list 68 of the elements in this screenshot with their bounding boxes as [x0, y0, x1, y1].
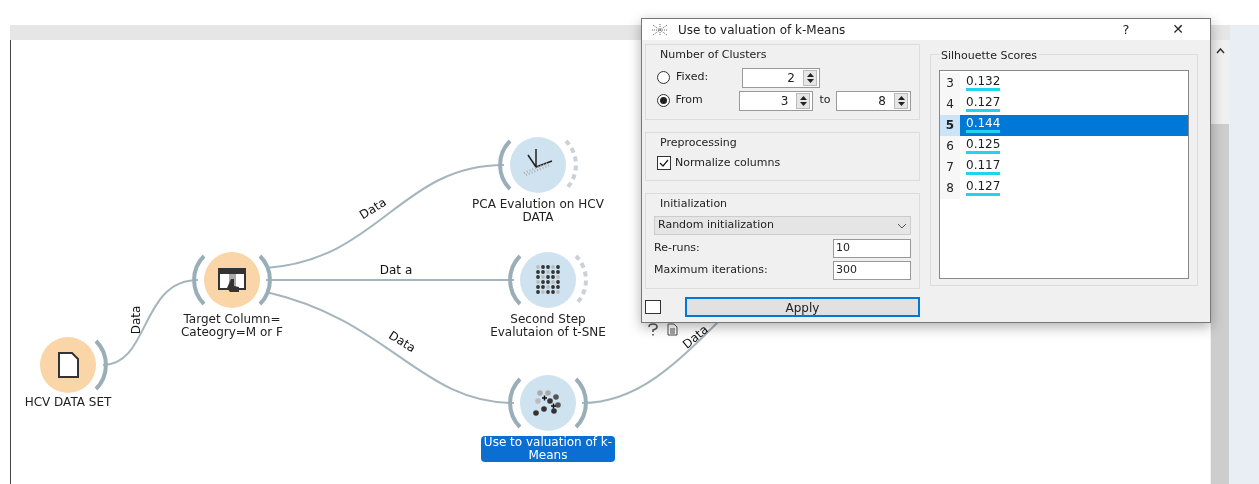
spin-box[interactable]: 2	[742, 67, 820, 88]
workflow-node[interactable]	[508, 375, 588, 431]
scrollbar-thumb[interactable]	[1211, 124, 1229, 484]
max-iterations-field[interactable]: 300	[833, 261, 911, 280]
axes-icon	[523, 148, 553, 176]
method-dropdown[interactable]: Random initialization	[654, 216, 911, 235]
help-icon[interactable]	[647, 323, 659, 336]
spin-box[interactable]: 3	[738, 90, 814, 111]
option-label: Fixed:	[676, 69, 710, 86]
cluster-icon	[533, 390, 561, 416]
dot-grid-icon	[536, 265, 560, 294]
table-icon	[218, 268, 246, 292]
report-icon[interactable]	[667, 323, 678, 336]
score-value: 0.117	[966, 159, 1001, 175]
score-value: 0.144	[966, 117, 1001, 133]
row-number: 4	[940, 93, 960, 115]
score-row[interactable]: 4 0.127	[940, 93, 1188, 115]
score-row[interactable]: 5 0.144	[940, 114, 1188, 136]
score-value: 0.127	[966, 96, 1001, 112]
window-title: Use to valuation of k-Means	[678, 21, 847, 39]
workflow-node[interactable]	[498, 137, 578, 193]
row-number: 8	[940, 177, 960, 199]
chevron-down-icon	[897, 222, 907, 229]
score-row[interactable]: 3 0.132	[940, 72, 1188, 94]
workflow-node[interactable]	[508, 252, 588, 308]
row-number: 5	[940, 114, 960, 136]
connection-label: Dat a	[379, 263, 413, 277]
range-label: to	[819, 92, 831, 109]
stepper-icon[interactable]	[894, 92, 908, 109]
radio-button[interactable]	[657, 71, 670, 84]
stepper-icon[interactable]	[796, 92, 811, 109]
stepper-icon[interactable]	[803, 69, 817, 86]
node-label: Use to valuation of k- Means	[480, 436, 616, 462]
checkbox-label: Normalize columns	[675, 155, 781, 171]
spin-box[interactable]: 8	[836, 90, 911, 111]
node-label: Target Column= Cateogry=M or F	[180, 313, 284, 339]
connection-label: Data	[357, 195, 389, 223]
scroll-up-icon[interactable]	[1215, 48, 1225, 54]
score-value: 0.125	[966, 138, 1001, 154]
workflow-node[interactable]	[192, 252, 272, 308]
apply-button[interactable]: Apply	[685, 297, 920, 317]
score-row[interactable]: 6 0.125	[940, 135, 1188, 157]
row-number: 7	[940, 156, 960, 178]
help-button[interactable]: ?	[1106, 19, 1146, 40]
app-icon	[652, 23, 668, 36]
score-value: 0.132	[966, 75, 1001, 91]
row-number: 3	[940, 72, 960, 94]
option-label: From	[675, 92, 704, 109]
checkbox[interactable]	[657, 156, 671, 171]
close-button[interactable]: ✕	[1156, 19, 1200, 40]
radio-button[interactable]	[657, 94, 670, 107]
field-label: Re-runs:	[654, 240, 701, 257]
connection-label: Data	[129, 305, 143, 335]
reruns-field[interactable]: 10	[833, 239, 911, 258]
group-title: Number of Clusters	[659, 47, 768, 63]
field-label: Maximum iterations:	[654, 262, 769, 279]
score-row[interactable]: 8 0.127	[940, 177, 1188, 199]
node-label: Second Step Evalutaion of t-SNE	[489, 313, 607, 339]
node-label: HCV DATA SET	[23, 396, 113, 409]
auto-apply-checkbox[interactable]	[645, 300, 661, 314]
score-value: 0.127	[966, 180, 1001, 196]
group-title: Preprocessing	[659, 134, 738, 151]
group-title: Initialization	[659, 195, 729, 212]
workflow-node[interactable]	[40, 337, 108, 393]
node-label: PCA Evalution on HCV DATA	[471, 198, 605, 224]
row-number: 6	[940, 135, 960, 157]
document-icon	[58, 352, 79, 378]
score-row[interactable]: 7 0.117	[940, 156, 1188, 178]
